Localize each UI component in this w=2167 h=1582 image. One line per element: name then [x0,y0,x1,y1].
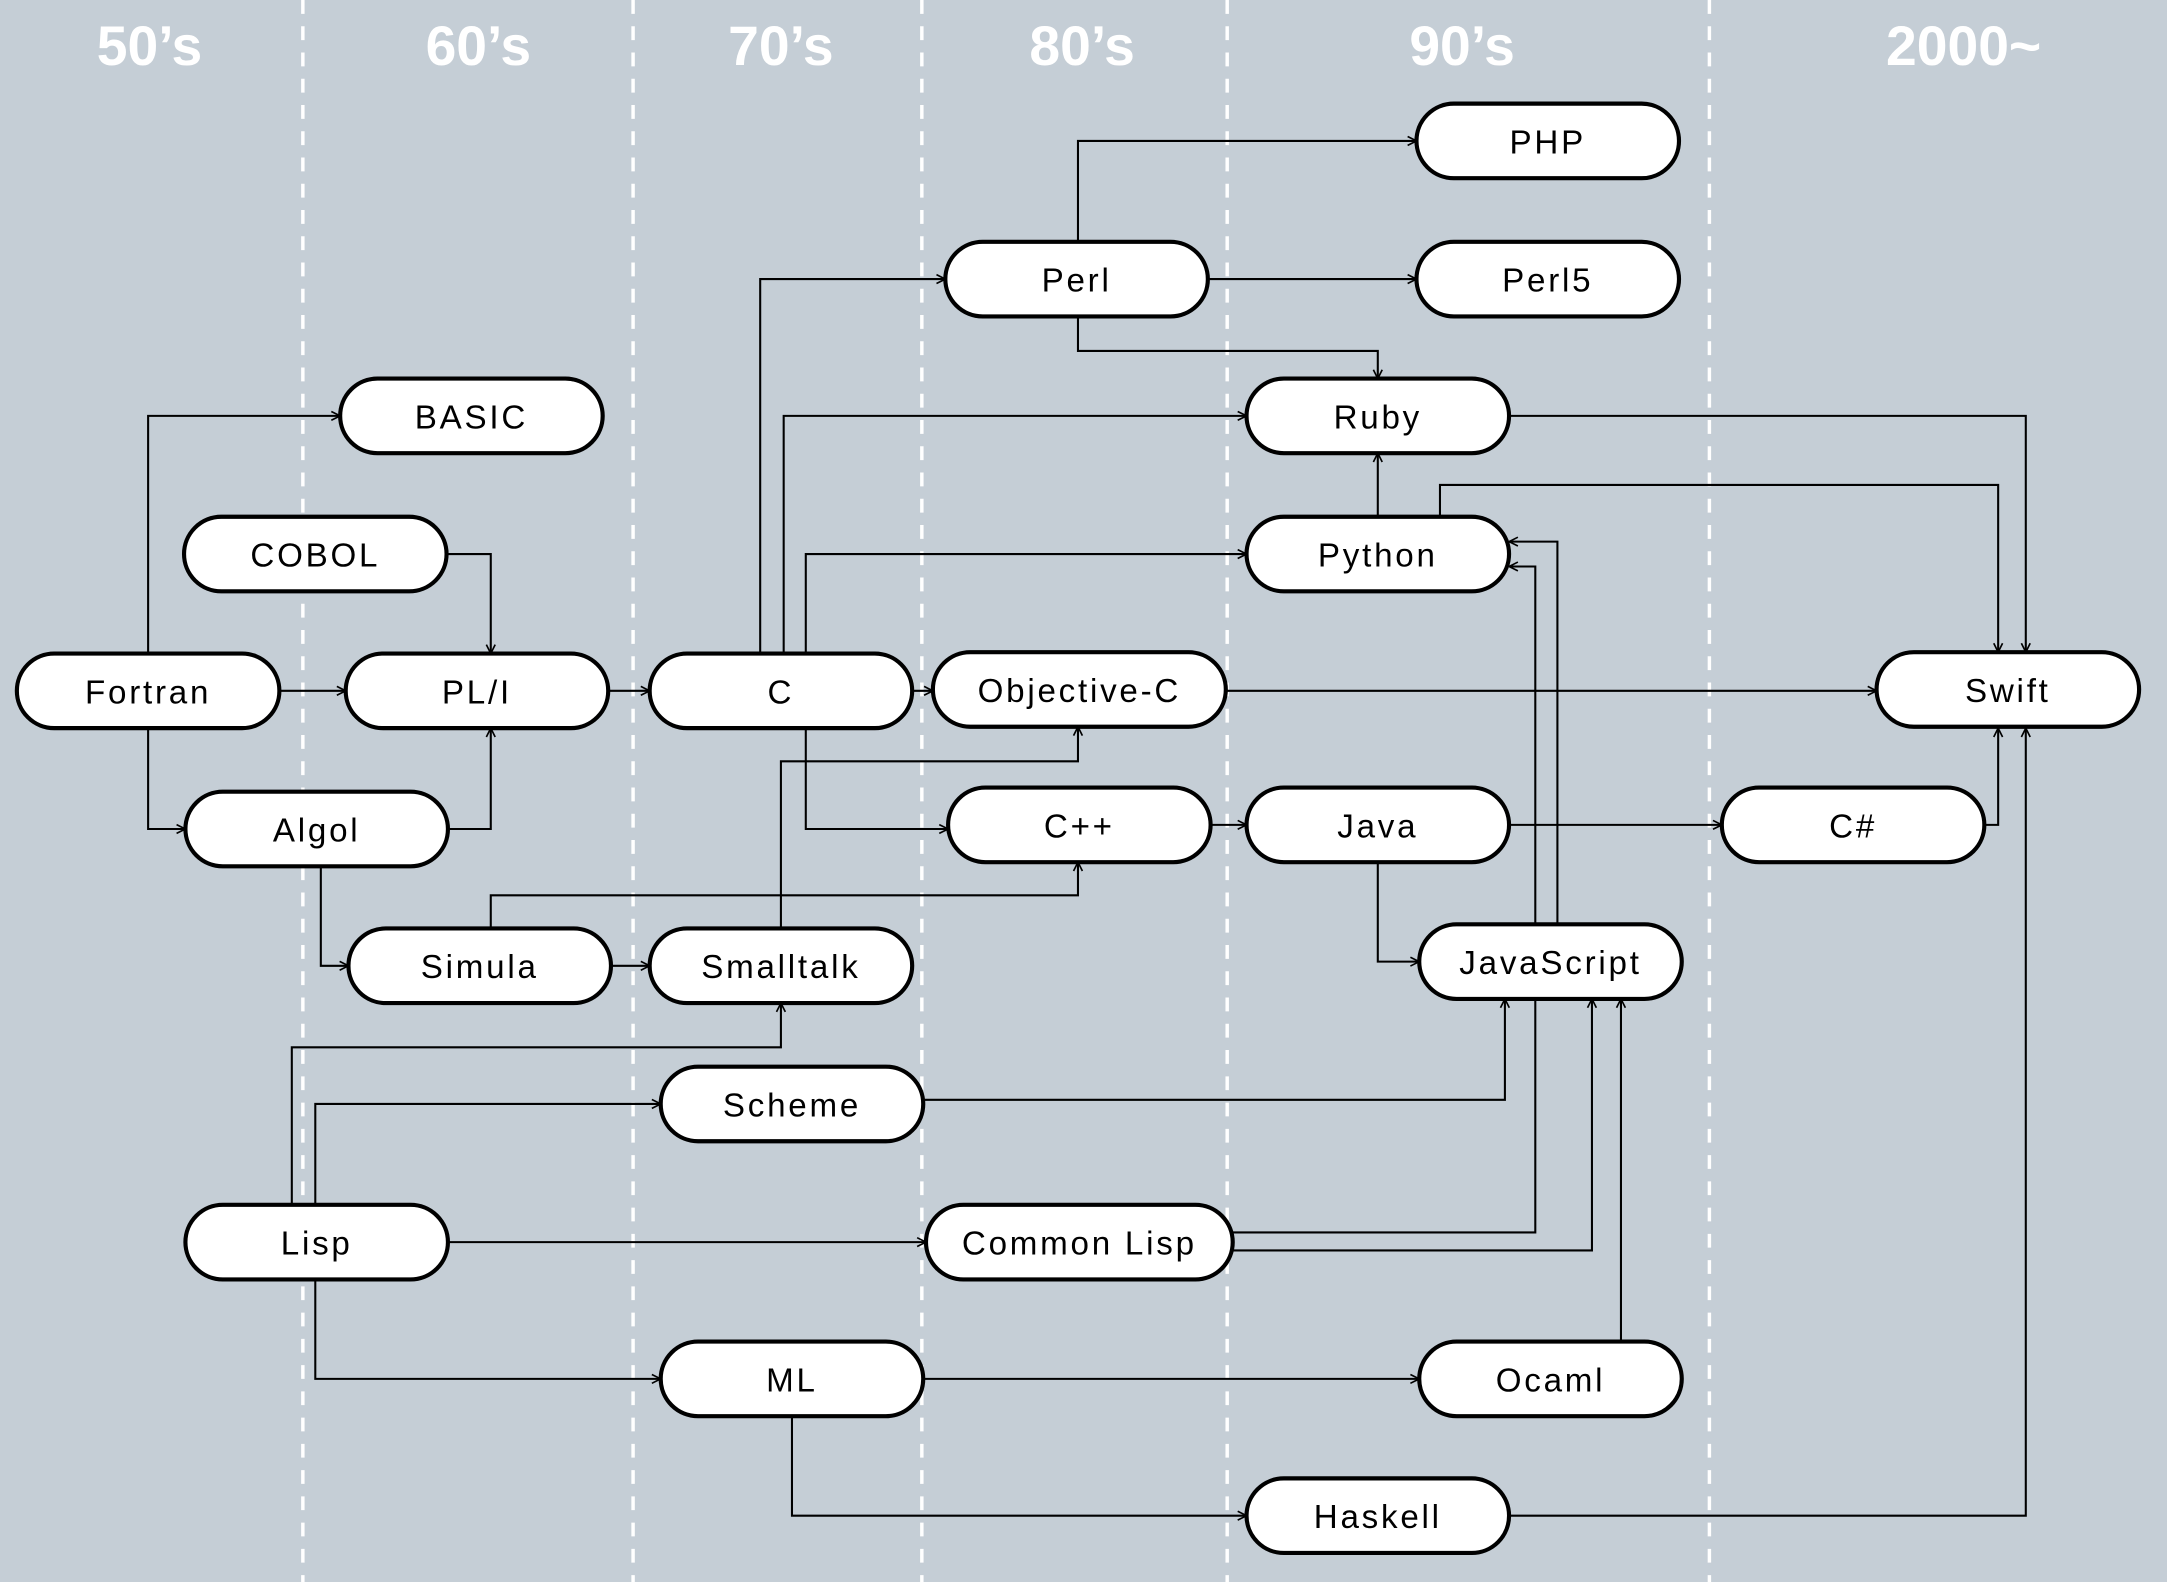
node-label: Ruby [1334,399,1422,436]
node-swift: Swift [1874,650,2142,729]
node-perl: Perl [943,239,1210,319]
node-label: BASIC [415,399,528,436]
node-label: Simula [421,949,539,986]
node-perl5: Perl5 [1414,239,1682,319]
node-label: Lisp [281,1226,353,1263]
node-commonlisp: Common Lisp [923,1202,1235,1282]
era-label: 80’s [1029,15,1134,77]
node-pli: PL/I [343,651,611,731]
node-python: Python [1244,514,1512,594]
era-label: 90’s [1409,15,1514,77]
node-label: Swift [1965,673,2051,710]
node-label: PHP [1510,124,1586,161]
node-label: Java [1337,808,1418,845]
era-label: 2000~ [1886,15,2041,77]
node-label: Ocaml [1496,1362,1606,1399]
node-c: C [647,651,915,731]
language-history-diagram: 50’s 60’s 70’s 80’s 90’s 2000~ FortranBASICCO… [0,0,2167,1582]
node-php: PHP [1414,101,1682,181]
node-label: Python [1318,537,1438,574]
node-javascript: JavaScript [1417,922,1684,1002]
node-ml: ML [658,1339,926,1419]
node-java: Java [1244,785,1512,865]
node-csharp: C# [1719,785,1987,865]
node-ruby: Ruby [1244,376,1512,456]
node-label: Common Lisp [962,1226,1197,1263]
node-fortran: Fortran [14,651,282,731]
node-basic: BASIC [338,376,605,456]
node-label: Perl5 [1502,263,1593,300]
node-label: Fortran [85,674,211,711]
era-label: 50’s [97,15,202,77]
node-label: Objective-C [978,673,1182,710]
node-label: Perl [1042,263,1112,300]
node-label: JavaScript [1459,945,1641,982]
node-label: C [768,674,795,711]
node-scheme: Scheme [658,1064,926,1144]
node-algol: Algol [183,789,451,869]
node-label: C# [1829,808,1877,845]
node-objc: Objective-C [930,650,1228,729]
node-smalltalk: Smalltalk [647,926,915,1006]
node-label: PL/I [442,674,512,711]
node-label: ML [766,1362,818,1399]
node-label: Algol [273,812,361,849]
node-label: Scheme [723,1087,861,1124]
node-label: COBOL [250,537,380,574]
node-cpp: C++ [946,785,1213,865]
node-ocaml: Ocaml [1417,1339,1684,1419]
node-lisp: Lisp [183,1202,451,1282]
node-label: Smalltalk [701,949,860,986]
node-cobol: COBOL [181,514,449,594]
node-label: C++ [1044,808,1115,845]
era-label: 60’s [426,15,531,77]
node-label: Haskell [1314,1499,1442,1536]
node-simula: Simula [346,926,614,1006]
era-label: 70’s [728,15,833,77]
node-haskell: Haskell [1244,1476,1512,1556]
